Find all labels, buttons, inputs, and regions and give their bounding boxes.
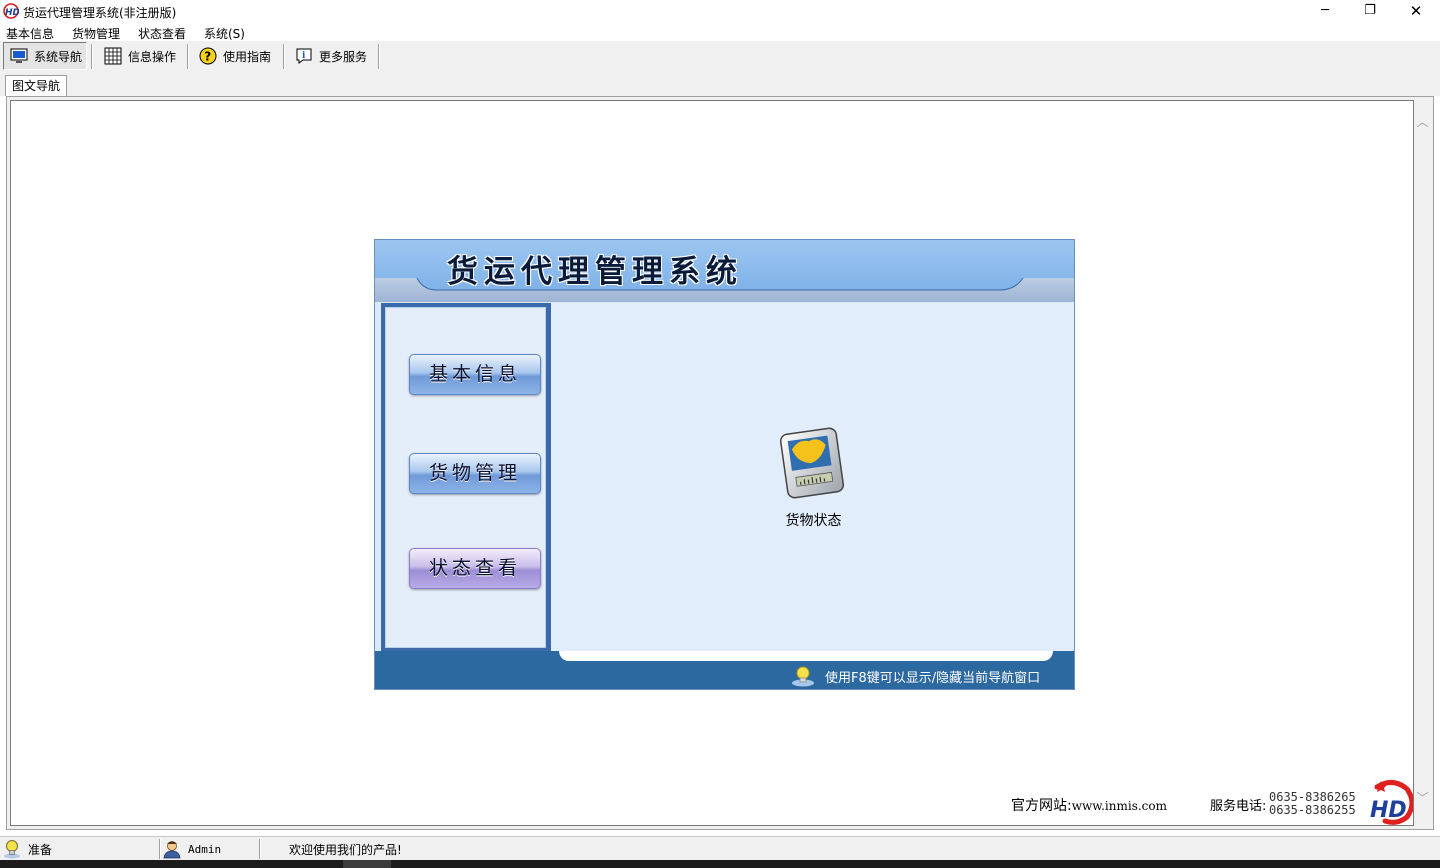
toolbar-separator [378, 44, 380, 69]
tab-strip: 图文导航 [0, 71, 1440, 96]
nav-cargo-management-button[interactable]: 货物管理 [409, 453, 541, 494]
scroll-down-icon[interactable]: ﹀ [1414, 790, 1431, 807]
help-icon: ? [199, 47, 217, 65]
menu-cargo-management[interactable]: 货物管理 [72, 25, 120, 42]
menu-basic-info[interactable]: 基本信息 [6, 25, 54, 42]
navigation-window: 货运代理管理系统 基本信息 货物管理 状态查看 货物状态 使用F8键可以显示/隐… [374, 239, 1075, 690]
taskbar-strip [0, 860, 1440, 868]
website-label: 官方网站: [1011, 798, 1072, 814]
toolbar-separator [91, 44, 93, 69]
status-user: Admin [162, 838, 258, 860]
minimize-button[interactable]: ─ [1302, 0, 1348, 23]
toolbar: 系统导航 信息操作 ? 使用指南 i 更多服务 [0, 41, 1440, 71]
nav-title: 货运代理管理系统 [447, 254, 743, 290]
close-button[interactable]: ✕ [1393, 0, 1439, 23]
menu-status-view[interactable]: 状态查看 [138, 25, 186, 42]
toolbar-separator [283, 44, 285, 69]
status-divider [259, 839, 261, 859]
hd-logo-icon: HD [1370, 780, 1413, 825]
toolbar-more-services-label: 更多服务 [319, 49, 368, 64]
toolbar-more-services-button[interactable]: i 更多服务 [295, 42, 367, 70]
svg-text:HD: HD [1370, 798, 1407, 823]
status-bar: 准备 Admin 欢迎使用我们的产品! [0, 836, 1440, 860]
toolbar-info-ops-label: 信息操作 [128, 49, 177, 64]
toolbar-info-ops-button[interactable]: 信息操作 [104, 42, 176, 70]
website-url[interactable]: www.inmis.com [1072, 799, 1167, 813]
svg-text:i: i [302, 51, 306, 61]
nav-side-panel: 基本信息 货物管理 状态查看 [381, 303, 550, 652]
svg-text:HD: HD [5, 8, 19, 18]
toolbar-user-guide-label: 使用指南 [223, 49, 272, 64]
toolbar-system-nav-button[interactable]: 系统导航 [3, 42, 87, 70]
grid-icon [104, 47, 122, 65]
nav-main-area: 货物状态 [549, 303, 1074, 652]
menu-system[interactable]: 系统(S) [204, 25, 245, 42]
nav-tip-text: 使用F8键可以显示/隐藏当前导航窗口 [825, 671, 1041, 686]
user-avatar-icon [163, 841, 181, 859]
service-phone-1: 0635-8386265 [1269, 790, 1356, 804]
content-frame: 货运代理管理系统 基本信息 货物管理 状态查看 货物状态 使用F8键可以显示/隐… [6, 96, 1434, 830]
status-ready: 准备 [2, 838, 158, 860]
vertical-scrollbar[interactable]: ︿ ﹀ [1414, 100, 1431, 826]
nav-basic-info-button[interactable]: 基本信息 [409, 354, 541, 395]
info-icon: i [296, 48, 312, 64]
window-title: 货运代理管理系统(非注册版) [23, 6, 177, 20]
status-ready-text: 准备 [28, 842, 53, 857]
cargo-status-label[interactable]: 货物状态 [766, 510, 861, 530]
nav-side-inner: 基本信息 货物管理 状态查看 [385, 307, 546, 648]
toolbar-separator [187, 44, 189, 69]
service-phone-2: 0635-8386255 [1269, 803, 1356, 817]
service-phone-label: 服务电话: [1210, 799, 1267, 814]
lightbulb-icon [792, 666, 814, 687]
monitor-icon [10, 48, 28, 63]
svg-text:?: ? [204, 50, 211, 64]
toolbar-system-nav-label: 系统导航 [34, 49, 83, 64]
title-bar: HD 货运代理管理系统(非注册版) ─ ❐ ✕ [0, 0, 1440, 23]
menu-bar: 基本信息 货物管理 状态查看 系统(S) [0, 23, 1440, 41]
cargo-status-icon[interactable] [778, 427, 848, 501]
lightbulb-status-icon [4, 840, 20, 859]
footer-curve [559, 651, 1053, 661]
maximize-button[interactable]: ❐ [1347, 0, 1393, 23]
taskbar-indicator [343, 860, 391, 868]
content-area: 货运代理管理系统 基本信息 货物管理 状态查看 货物状态 使用F8键可以显示/隐… [10, 100, 1414, 826]
toolbar-user-guide-button[interactable]: ? 使用指南 [199, 42, 271, 70]
scroll-up-icon[interactable]: ︿ [1414, 114, 1431, 131]
tab-graphic-nav[interactable]: 图文导航 [5, 75, 68, 96]
status-message: 欢迎使用我们的产品! [289, 842, 402, 857]
nav-status-view-button[interactable]: 状态查看 [409, 548, 541, 589]
official-website: 官方网站:www.inmis.com [1011, 795, 1167, 815]
status-user-text: Admin [188, 842, 222, 856]
nav-footer: 使用F8键可以显示/隐藏当前导航窗口 [375, 651, 1074, 689]
status-divider [159, 839, 161, 859]
app-logo-icon: HD [3, 3, 19, 19]
